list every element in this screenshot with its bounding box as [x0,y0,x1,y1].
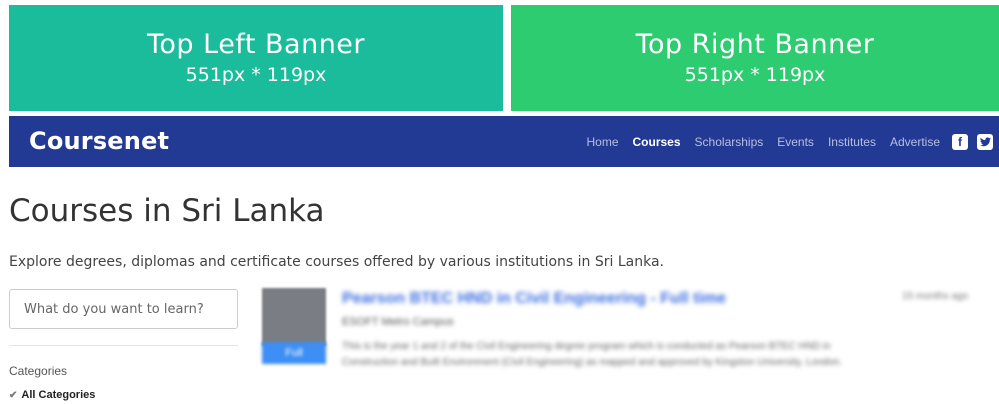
nav-link-events[interactable]: Events [777,135,814,149]
course-thumbnail[interactable] [262,288,326,346]
nav-link-scholarships[interactable]: Scholarships [695,135,764,149]
top-left-banner[interactable]: Top Left Banner 551px * 119px [9,5,503,111]
course-posted-time: 15 months ago [902,291,969,302]
facebook-icon[interactable]: f [952,133,968,150]
twitter-bird-shape [979,136,991,146]
page-subtitle: Explore degrees, diplomas and certificat… [9,254,664,270]
banner-title: Top Left Banner [146,29,366,60]
nav-links: Home Courses Scholarships Events Institu… [573,116,993,167]
nav-link-courses[interactable]: Courses [633,135,681,149]
check-icon: ✔ [9,389,18,401]
banner-size: 551px * 119px [185,64,327,86]
categories-label: Categories [9,364,68,378]
nav-link-advertise[interactable]: Advertise [890,135,940,149]
course-description: This is the year 1 and 2 of the Civil En… [342,341,843,368]
course-result[interactable]: Full Pearson BTEC HND in Civil Engineeri… [262,284,999,404]
twitter-icon[interactable] [977,133,993,150]
nav-link-home[interactable]: Home [587,135,619,149]
brand-logo[interactable]: Coursenet [29,127,169,155]
navbar: Coursenet Home Courses Scholarships Even… [9,116,999,167]
page-title: Courses in Sri Lanka [9,193,325,229]
sidebar-divider [9,345,238,346]
nav-link-institutes[interactable]: Institutes [828,135,876,149]
course-institution: ESOFT Metro Campus [342,316,454,328]
banner-size: 551px * 119px [684,64,826,86]
course-type-badge: Full [262,342,326,364]
search-input[interactable] [9,289,238,329]
category-label: All Categories [21,389,96,401]
category-item-all[interactable]: ✔ All Categories [9,389,95,401]
top-right-banner[interactable]: Top Right Banner 551px * 119px [511,5,999,111]
banner-title: Top Right Banner [635,29,875,60]
course-title-link[interactable]: Pearson BTEC HND in Civil Engineering - … [342,290,726,308]
